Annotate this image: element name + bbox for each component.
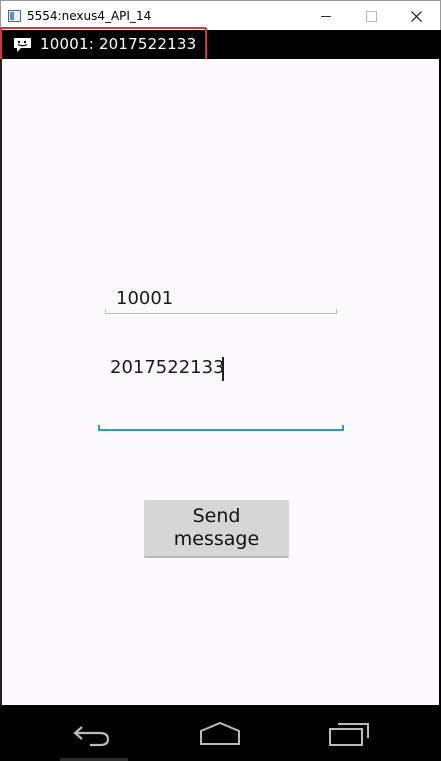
window-title: 5554:nexus4_API_14 (27, 9, 152, 23)
back-icon[interactable] (72, 721, 112, 752)
text-cursor (222, 357, 224, 381)
phone-number-field[interactable]: 10001 (105, 287, 337, 317)
annotation-highlight-box (0, 27, 207, 62)
phone-number-value: 10001 (116, 288, 174, 309)
emulator-app-icon (8, 10, 21, 22)
emulator-window-titlebar[interactable]: 5554:nexus4_API_14 (0, 0, 441, 30)
focused-input-underline (98, 425, 344, 431)
close-button[interactable] (394, 1, 440, 31)
maximize-button[interactable] (348, 1, 394, 31)
close-icon (411, 11, 422, 22)
left-frame-edge (0, 59, 2, 705)
focused-input-field[interactable] (98, 414, 344, 434)
home-icon[interactable] (198, 721, 242, 752)
app-content-area: 10001 2017522133 Send message (2, 59, 439, 705)
minimize-button[interactable] (303, 1, 349, 31)
message-value: 2017522133 (110, 357, 225, 378)
phone-number-underline (105, 309, 337, 314)
send-message-button[interactable]: Send message (144, 500, 289, 558)
recent-apps-icon[interactable] (328, 721, 372, 752)
navigation-bar (0, 705, 441, 761)
message-field[interactable]: 2017522133 (105, 357, 337, 387)
